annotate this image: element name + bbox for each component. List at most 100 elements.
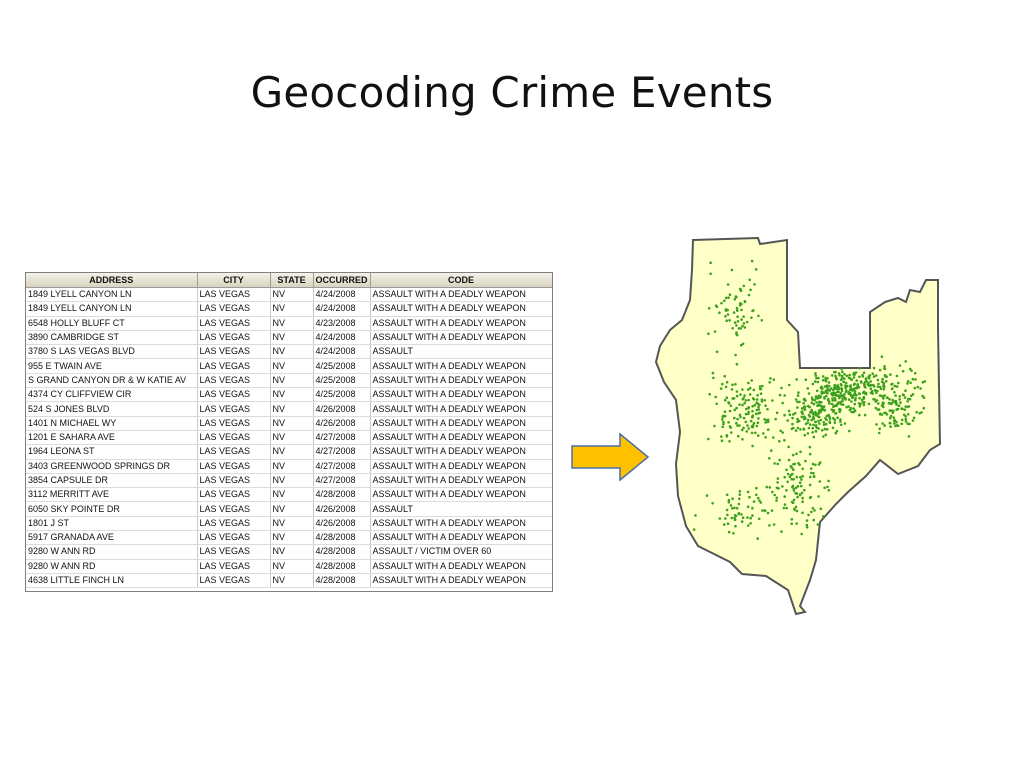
table-row[interactable]: 1849 LYELL CANYON LN LAS VEGAS NV 4/24/2008…: [26, 301, 552, 317]
crime-point: [798, 493, 802, 497]
column-header-city[interactable]: CITY: [197, 273, 271, 288]
table-row[interactable]: S GRAND CANYON DR & W KATIE AV LAS VEGAS N…: [26, 373, 552, 389]
table-row[interactable]: 9280 W ANN RD LAS VEGAS NV 4/28/2008 ASSAULT…: [26, 544, 552, 560]
crime-point: [825, 414, 829, 418]
crime-point: [729, 426, 732, 429]
crime-point: [726, 513, 729, 517]
table-row[interactable]: 9280 W ANN RD LAS VEGAS NV 4/28/2008 ASSAULT…: [26, 559, 552, 574]
cell-address: 524 S JONES BLVD: [26, 401, 198, 417]
cell-address: 1849 LYELL CANYON LN: [26, 301, 198, 317]
crime-point: [869, 387, 873, 390]
crime-point: [830, 408, 834, 411]
crime-point: [789, 473, 793, 477]
crime-point: [891, 398, 894, 402]
crime-point: [796, 406, 799, 409]
crime-point: [914, 378, 917, 381]
crime-point: [827, 381, 831, 384]
crime-point: [853, 382, 856, 386]
crime-point: [735, 506, 739, 510]
crime-point: [733, 298, 737, 301]
crime-point: [727, 421, 730, 424]
crime-point: [778, 439, 781, 443]
crime-point: [889, 425, 892, 428]
crime-point: [738, 493, 742, 496]
cell-address: 1849 LYELL CANYON LN: [26, 287, 198, 303]
cell-state: NV: [270, 330, 314, 346]
table-row[interactable]: 1801 J ST LAS VEGAS NV 4/26/2008 ASSAULT WIT…: [26, 516, 552, 532]
table-row[interactable]: 3403 GREENWOOD SPRINGS DR LAS VEGAS NV 4/27…: [26, 459, 552, 474]
crime-point: [741, 438, 744, 441]
table-row[interactable]: 1849 LYELL CANYON LN LAS VEGAS NV 4/24/2008…: [26, 287, 552, 303]
crime-point: [796, 485, 800, 488]
crime-point: [835, 429, 839, 433]
crime-point: [841, 376, 844, 380]
table-row[interactable]: 6050 SKY POINTE DR LAS VEGAS NV 4/26/2008 AS…: [26, 501, 552, 517]
crime-point: [847, 398, 851, 401]
crime-point: [792, 498, 796, 502]
crime-point: [744, 399, 748, 402]
crime-point: [806, 421, 809, 424]
crime-point: [884, 380, 888, 383]
crime-point: [727, 530, 731, 534]
table-row[interactable]: 1964 LEONA ST LAS VEGAS NV 4/27/2008 ASSAULT…: [26, 444, 552, 460]
crime-point: [893, 422, 896, 425]
table-row[interactable]: 1401 N MICHAEL WY LAS VEGAS NV 4/26/2008 ASS…: [26, 416, 552, 431]
crime-point: [810, 510, 813, 514]
crime-point: [761, 384, 764, 388]
crime-point: [729, 404, 733, 408]
crime-point: [867, 402, 871, 406]
cell-code: ASSAULT WITH A DEADLY WEAPON: [370, 401, 552, 417]
table-row[interactable]: 955 E TWAIN AVE LAS VEGAS NV 4/25/2008 ASSAU…: [26, 358, 552, 374]
crime-point: [731, 497, 734, 501]
table-row[interactable]: 4374 CY CLIFFVIEW CIR LAS VEGAS NV 4/25/200…: [26, 387, 552, 403]
crime-point: [782, 506, 786, 510]
crime-point: [885, 396, 889, 399]
crime-point: [852, 376, 856, 379]
column-header-state[interactable]: STATE: [270, 273, 314, 288]
crime-point: [760, 319, 764, 322]
table-row[interactable]: 524 S JONES BLVD LAS VEGAS NV 4/26/2008 ASSA…: [26, 401, 552, 417]
cell-city: LAS VEGAS: [197, 416, 271, 431]
crime-point: [730, 268, 734, 272]
crime-point: [735, 421, 738, 425]
cell-code: ASSAULT WITH A DEADLY WEAPON: [370, 573, 552, 589]
crime-point: [821, 375, 825, 378]
crime-point: [805, 523, 809, 527]
crime-point: [868, 374, 872, 377]
crime-point: [753, 283, 756, 286]
crime-point: [797, 391, 800, 394]
cell-state: NV: [270, 473, 314, 489]
crime-point: [839, 392, 842, 395]
cell-city: LAS VEGAS: [197, 559, 271, 574]
crime-point: [907, 405, 911, 408]
crime-point: [725, 508, 729, 512]
table-row[interactable]: 3890 CAMBRIDGE ST LAS VEGAS NV 4/24/2008 ASS…: [26, 330, 552, 346]
crime-point: [904, 415, 907, 418]
crime-point: [740, 308, 743, 312]
table-row[interactable]: 3780 S LAS VEGAS BLVD LAS VEGAS NV 4/24/200…: [26, 344, 552, 360]
crime-point: [888, 416, 892, 420]
table-row[interactable]: 6548 HOLLY BLUFF CT LAS VEGAS NV 4/23/2008 A…: [26, 316, 552, 331]
cell-city: LAS VEGAS: [197, 330, 271, 346]
table-row[interactable]: 1201 E SAHARA AVE LAS VEGAS NV 4/27/2008 ASS…: [26, 430, 552, 446]
crime-point: [830, 402, 834, 406]
crime-point: [790, 518, 794, 521]
crime-point: [805, 526, 809, 529]
crime-point: [897, 404, 901, 407]
crime-point: [733, 514, 737, 517]
table-row[interactable]: 3112 MERRITT AVE LAS VEGAS NV 4/28/2008 ASSA…: [26, 487, 552, 503]
crime-point: [827, 489, 831, 492]
crime-point: [806, 387, 810, 390]
column-header-code[interactable]: CODE: [370, 273, 552, 288]
cell-address: 1801 J ST: [26, 516, 198, 532]
crime-point: [809, 475, 812, 479]
crime-point: [778, 458, 781, 462]
column-header-address[interactable]: ADDRESS: [26, 273, 198, 288]
column-header-occurred[interactable]: OCCURRED: [313, 273, 371, 288]
table-row[interactable]: 5917 GRANADA AVE LAS VEGAS NV 4/28/2008 ASSA…: [26, 530, 552, 546]
crime-point: [863, 413, 867, 417]
table-row[interactable]: 3854 CAPSULE DR LAS VEGAS NV 4/27/2008 ASSAU…: [26, 473, 552, 489]
crime-point: [888, 421, 892, 425]
crime-point: [900, 422, 904, 426]
table-row[interactable]: 4638 LITTLE FINCH LN LAS VEGAS NV 4/28/2008…: [26, 573, 552, 589]
